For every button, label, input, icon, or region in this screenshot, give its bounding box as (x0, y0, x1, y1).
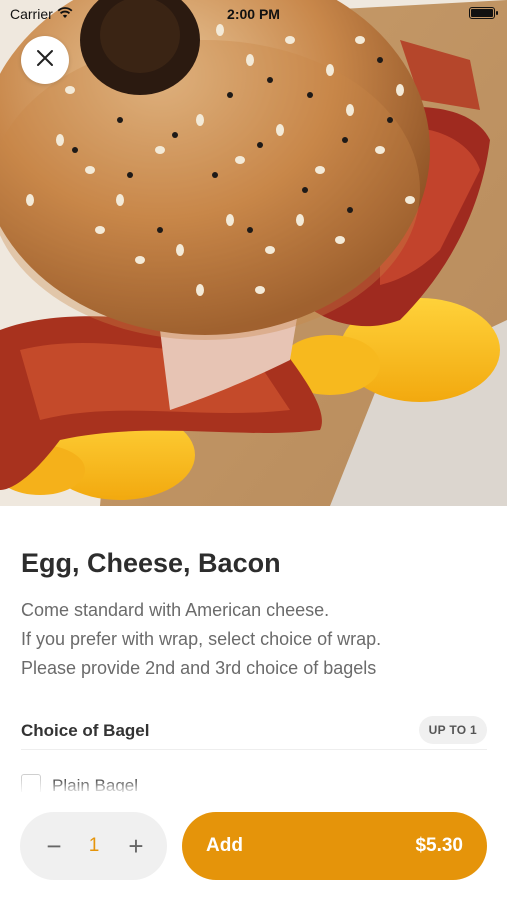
status-bar: Carrier 2:00 PM (0, 0, 507, 28)
item-description: Come standard with American cheese. If y… (21, 596, 491, 683)
add-to-cart-button[interactable]: Add $5.30 (182, 812, 487, 880)
limit-badge: UP TO 1 (418, 716, 487, 744)
options-section-title: Choice of Bagel (21, 721, 150, 740)
add-label: Add (206, 835, 243, 856)
quantity-stepper: − 1 + (20, 812, 167, 880)
bottom-action-bar: − 1 + Add $5.30 (0, 792, 507, 900)
close-icon (36, 49, 54, 72)
description-line: Come standard with American cheese. (21, 600, 330, 620)
options-section-header: Choice of Bagel UP TO 1 (21, 716, 487, 750)
increment-button[interactable]: + (116, 826, 156, 866)
battery-icon (469, 7, 498, 19)
quantity-value: 1 (88, 835, 100, 856)
description-line: Please provide 2nd and 3rd choice of bag… (21, 658, 377, 678)
plus-icon: + (128, 830, 144, 861)
hero-image (0, 0, 507, 506)
option-checkbox[interactable] (21, 774, 41, 794)
add-price: $5.30 (415, 835, 463, 856)
description-line: If you prefer with wrap, select choice o… (21, 629, 382, 649)
item-title: Egg, Cheese, Bacon (21, 548, 281, 578)
minus-icon: − (46, 830, 62, 861)
close-button[interactable] (21, 36, 69, 84)
status-time: 2:00 PM (227, 6, 280, 22)
decrement-button[interactable]: − (34, 826, 74, 866)
